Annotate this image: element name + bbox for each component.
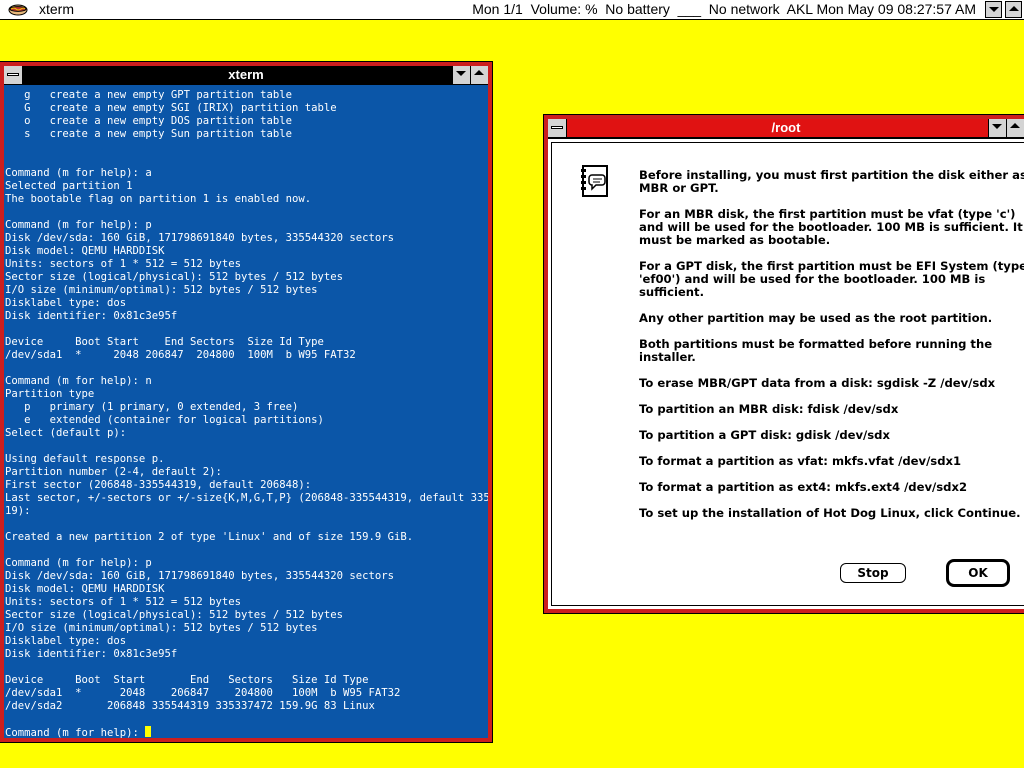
dialog-titlebar[interactable]: /root <box>548 119 1024 138</box>
minimize-icon <box>456 71 466 76</box>
message-paragraph: To partition an MBR disk: fdisk /dev/sdx <box>639 402 899 416</box>
menubar-status: Mon 1/1 Volume: % No battery ___ No netw… <box>472 1 976 17</box>
root-dialog-window[interactable]: /root Before installing, you must first … <box>543 114 1024 614</box>
xterm-title: xterm <box>228 67 264 82</box>
terminal-history: g create a new empty GPT partition table… <box>5 89 488 712</box>
stop-button[interactable]: Stop <box>840 563 906 583</box>
dialog-minimize-button[interactable] <box>988 119 1006 137</box>
xterm-system-menu-button[interactable] <box>4 66 23 84</box>
xterm-maximize-button[interactable] <box>470 66 488 84</box>
ok-button[interactable]: OK <box>946 559 1010 587</box>
maximize-icon <box>474 70 484 75</box>
message-paragraph: To partition a GPT disk: gdisk /dev/sdx <box>639 428 890 442</box>
hotdog-icon[interactable] <box>8 2 28 17</box>
message-paragraph: To format a partition as vfat: mkfs.vfat… <box>639 454 962 468</box>
dialog-message: Before installing, you must first partit… <box>639 169 1024 533</box>
desktop: xterm Mon 1/1 Volume: % No battery ___ N… <box>0 0 1024 768</box>
chevron-up-icon <box>1009 6 1019 11</box>
menubar: xterm Mon 1/1 Volume: % No battery ___ N… <box>0 0 1024 20</box>
menubar-app-name[interactable]: xterm <box>39 0 74 19</box>
message-paragraph: Any other partition may be used as the r… <box>639 311 993 325</box>
minimize-icon <box>992 124 1002 129</box>
terminal-area[interactable]: g create a new empty GPT partition table… <box>4 85 488 738</box>
maximize-icon <box>1010 123 1020 128</box>
xterm-titlebar[interactable]: xterm <box>4 66 488 85</box>
menubar-up-button[interactable] <box>1005 1 1022 18</box>
dialog-maximize-button[interactable] <box>1006 119 1024 137</box>
dialog-title: /root <box>771 120 801 135</box>
dialog-system-menu-button[interactable] <box>548 119 567 137</box>
menubar-dropdown-button[interactable] <box>985 1 1002 18</box>
message-paragraph: For an MBR disk, the first partition mus… <box>639 207 1023 247</box>
note-icon <box>581 165 608 197</box>
message-paragraph: To format a partition as ext4: mkfs.ext4… <box>639 480 968 494</box>
terminal-cursor <box>145 726 152 737</box>
terminal-prompt: Command (m for help): <box>5 727 146 738</box>
message-paragraph: To set up the installation of Hot Dog Li… <box>639 506 1021 520</box>
dialog-body: Before installing, you must first partit… <box>548 138 1024 609</box>
message-paragraph: Before installing, you must first partit… <box>639 168 1024 195</box>
chevron-down-icon <box>989 7 999 12</box>
xterm-window[interactable]: xterm g create a new empty GPT partition… <box>0 61 493 743</box>
message-paragraph: Both partitions must be formatted before… <box>639 337 993 364</box>
dialog-content-frame: Before installing, you must first partit… <box>551 142 1024 606</box>
message-paragraph: To erase MBR/GPT data from a disk: sgdis… <box>639 376 996 390</box>
terminal-output: g create a new empty GPT partition table… <box>4 85 488 738</box>
message-paragraph: For a GPT disk, the first partition must… <box>639 259 1024 299</box>
xterm-minimize-button[interactable] <box>452 66 470 84</box>
